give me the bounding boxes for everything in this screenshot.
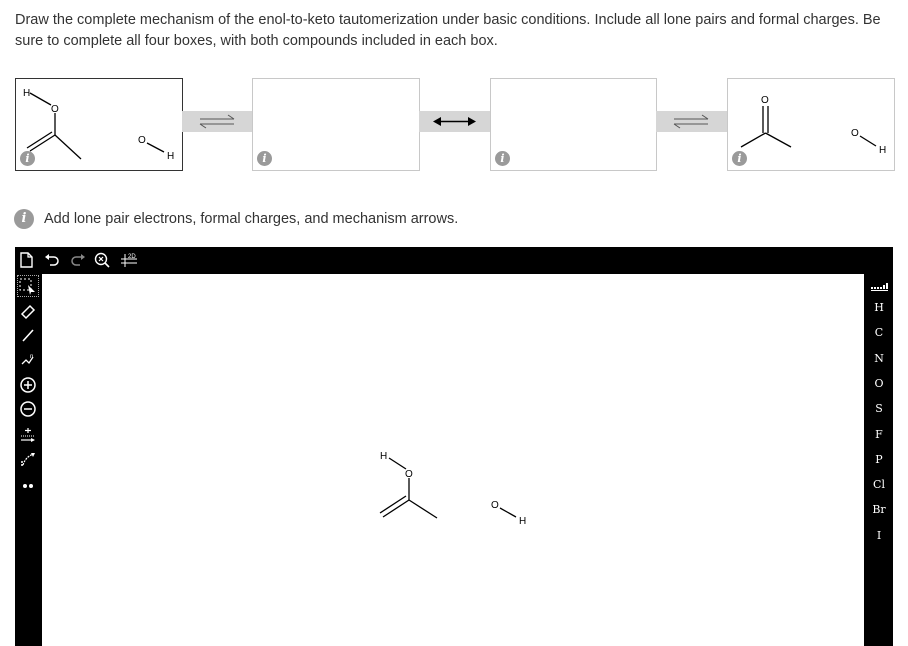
svg-text:O: O bbox=[851, 128, 859, 139]
editor-top-toolbar: 2D bbox=[15, 247, 893, 273]
equilibrium-arrow-1 bbox=[182, 111, 252, 132]
element-button-cl[interactable]: Cl bbox=[865, 478, 893, 491]
equilibrium-arrows-icon bbox=[673, 114, 709, 129]
info-icon[interactable]: i bbox=[495, 151, 510, 166]
element-button-br[interactable]: Br bbox=[865, 503, 893, 516]
negative-charge-icon[interactable] bbox=[18, 399, 38, 419]
info-icon[interactable]: i bbox=[257, 151, 272, 166]
element-button-o[interactable]: O bbox=[865, 377, 893, 390]
ketone-water-structure: O O H bbox=[740, 95, 886, 156]
svg-text:H: H bbox=[167, 151, 174, 162]
lone-pair-icon[interactable] bbox=[18, 475, 38, 495]
svg-text:2D: 2D bbox=[128, 254, 136, 260]
hint-text: Add lone pair electrons, formal charges,… bbox=[44, 211, 459, 227]
svg-text:H: H bbox=[519, 516, 526, 527]
positive-charge-icon[interactable] bbox=[18, 375, 38, 395]
chain-icon[interactable]: n bbox=[18, 349, 38, 369]
element-toolbar: H C N O S F P Cl Br I bbox=[865, 273, 893, 646]
enol-hydroxide-structure: H O O H bbox=[23, 88, 174, 162]
zoom-icon[interactable] bbox=[93, 251, 111, 269]
mechanism-box-3[interactable]: i bbox=[490, 78, 657, 171]
info-icon: i bbox=[14, 209, 34, 229]
mechanism-box-2[interactable]: i bbox=[252, 78, 420, 171]
info-icon[interactable]: i bbox=[732, 151, 747, 166]
resonance-arrow bbox=[419, 111, 490, 132]
mechanism-box-4[interactable]: O O H i bbox=[727, 78, 895, 171]
enol-hydroxide-canvas-structure: H O O H bbox=[379, 451, 526, 527]
eraser-icon[interactable] bbox=[18, 301, 38, 321]
svg-text:O: O bbox=[491, 500, 499, 511]
element-button-p[interactable]: P bbox=[865, 453, 893, 466]
hint-row: i Add lone pair electrons, formal charge… bbox=[14, 208, 458, 230]
svg-text:H: H bbox=[380, 451, 387, 462]
undo-icon[interactable] bbox=[43, 251, 61, 269]
double-headed-arrow-icon bbox=[433, 117, 476, 126]
reaction-arrow-icon[interactable] bbox=[18, 425, 38, 445]
document-icon[interactable] bbox=[17, 251, 35, 269]
element-button-s[interactable]: S bbox=[865, 402, 893, 415]
element-button-i[interactable]: I bbox=[865, 529, 893, 542]
mechanism-box-1[interactable]: H O O H i bbox=[15, 78, 183, 171]
svg-text:H: H bbox=[879, 145, 886, 156]
drawing-canvas[interactable]: H O O H bbox=[42, 274, 864, 646]
curved-arrow-icon[interactable] bbox=[18, 449, 38, 469]
select-tool-icon[interactable] bbox=[17, 275, 39, 297]
info-icon[interactable]: i bbox=[20, 151, 35, 166]
question-text: Draw the complete mechanism of the enol-… bbox=[15, 12, 881, 49]
svg-text:O: O bbox=[761, 95, 769, 106]
view-2d-button[interactable]: 2D bbox=[119, 251, 141, 269]
element-button-c[interactable]: C bbox=[865, 326, 893, 339]
equilibrium-arrows-icon bbox=[199, 114, 235, 129]
periodic-table-icon[interactable] bbox=[865, 279, 893, 293]
svg-text:n: n bbox=[30, 354, 33, 360]
redo-icon[interactable] bbox=[69, 251, 87, 269]
equilibrium-arrow-2 bbox=[656, 111, 727, 132]
molecule-editor: 2D n H O O H H C N O S F P Cl Br I bbox=[15, 247, 893, 646]
svg-text:O: O bbox=[138, 135, 146, 146]
svg-text:H: H bbox=[23, 88, 30, 99]
element-button-f[interactable]: F bbox=[865, 428, 893, 441]
element-button-n[interactable]: N bbox=[865, 352, 893, 365]
editor-left-toolbar: n bbox=[15, 273, 41, 646]
single-bond-icon[interactable] bbox=[18, 325, 38, 345]
element-button-h[interactable]: H bbox=[865, 301, 893, 314]
